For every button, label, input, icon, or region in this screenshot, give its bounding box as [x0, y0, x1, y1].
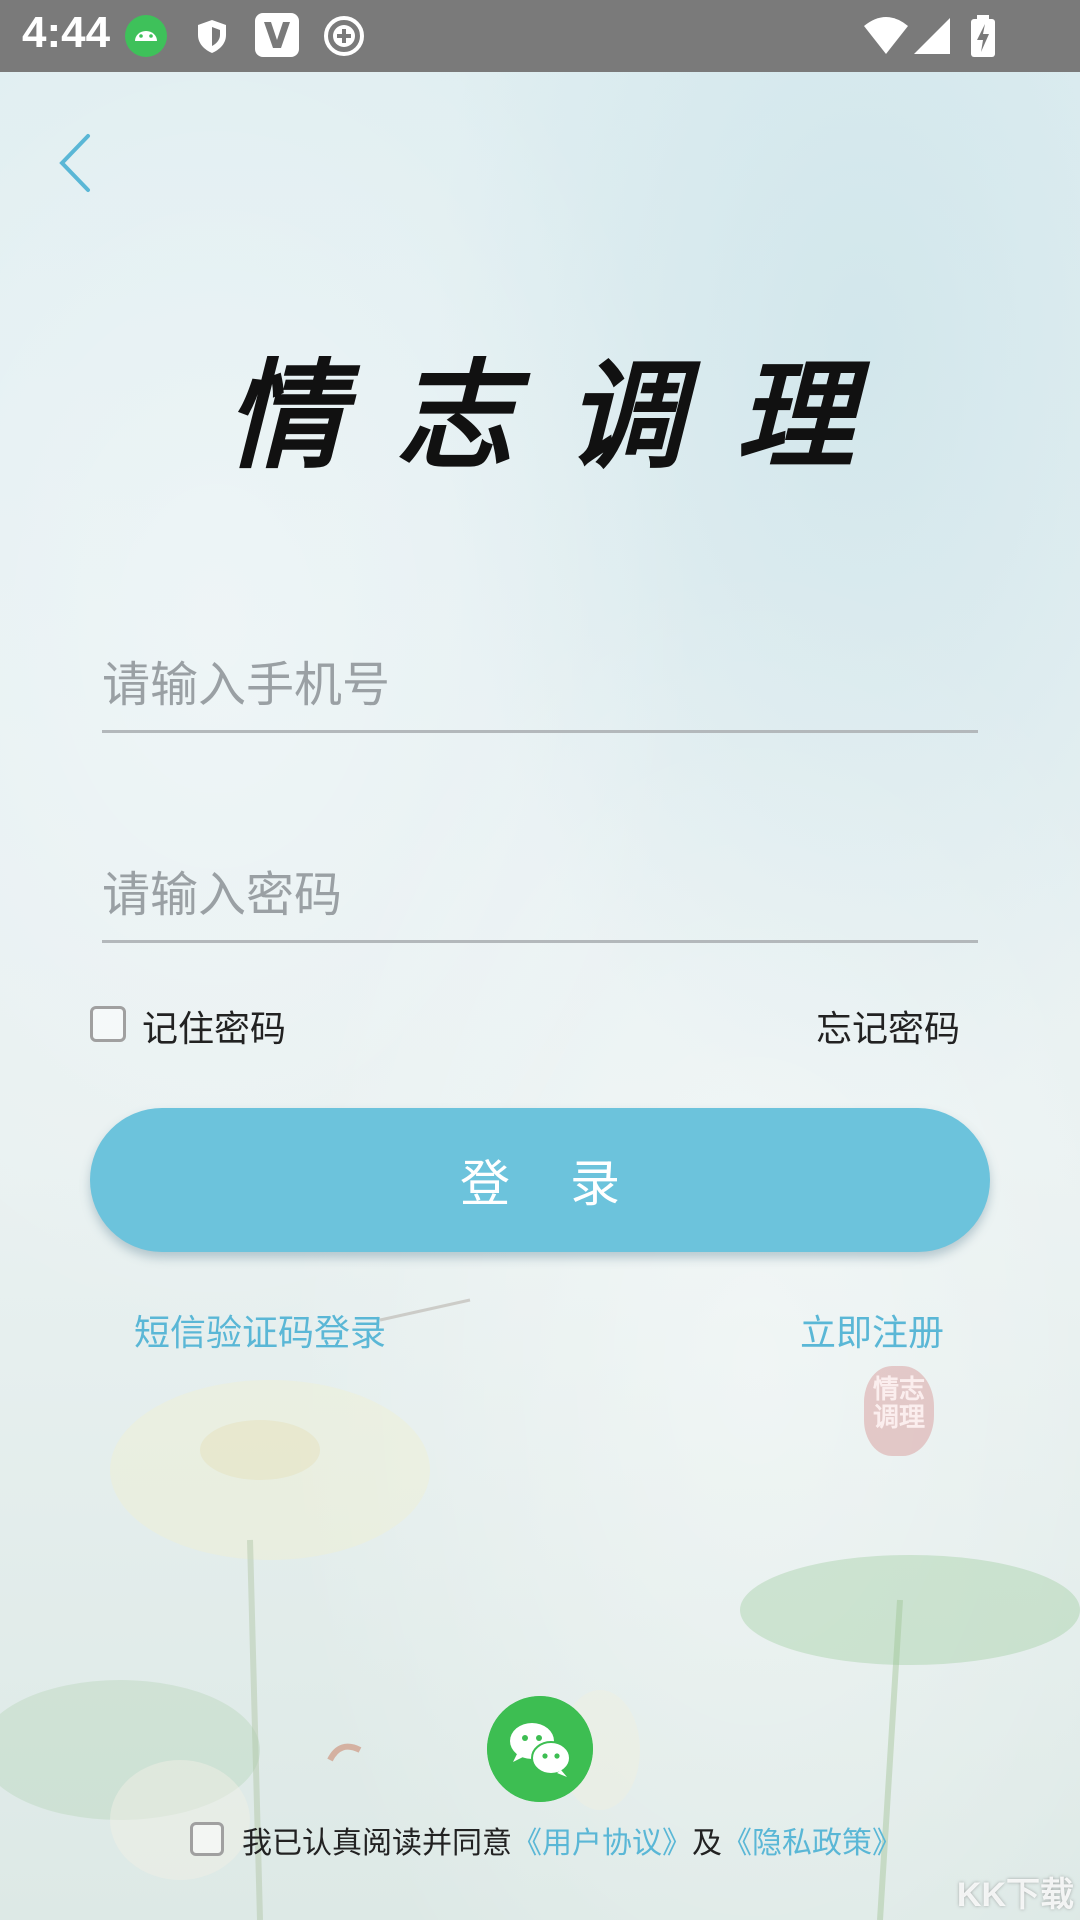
forgot-password-link[interactable]: 忘记密码 — [816, 1000, 960, 1052]
login-button[interactable]: 登录 — [90, 1108, 990, 1252]
chevron-left-icon — [59, 134, 90, 192]
watermark: KK下载 — [956, 1876, 1074, 1914]
v-app-icon — [255, 13, 299, 57]
agreement-prefix: 我已认真阅读并同意 — [242, 1826, 512, 1861]
wifi-icon — [864, 17, 908, 54]
privacy-policy-link[interactable]: 《隐私政策》 — [722, 1826, 902, 1861]
android-icon — [125, 15, 167, 57]
agreement-checkbox[interactable] — [190, 1822, 224, 1856]
remember-password-checkbox[interactable] — [90, 1006, 126, 1042]
sms-login-link[interactable]: 短信验证码登录 — [134, 1304, 386, 1356]
status-time: 4:44 — [22, 8, 111, 57]
status-bar: 4:44 — [0, 0, 1080, 72]
shield-icon — [198, 20, 226, 53]
agreement-and: 及 — [692, 1826, 722, 1861]
password-field-wrapper — [102, 850, 978, 943]
phone-field-wrapper — [102, 640, 978, 733]
remember-row: 记住密码 忘记密码 — [90, 1000, 960, 1050]
register-link[interactable]: 立即注册 — [800, 1304, 944, 1356]
add-circle-icon — [324, 16, 364, 56]
phone-input[interactable] — [102, 640, 978, 730]
signal-icon — [914, 18, 950, 54]
login-screen: 4:44 情志调理 请输入手机号 记住密码 忘记密码 登录 短信验证码登录 立即… — [0, 0, 1080, 1920]
user-agreement-link[interactable]: 《用户协议》 — [512, 1826, 692, 1861]
wechat-login-button[interactable] — [487, 1696, 593, 1802]
app-title: 情志调理 — [225, 346, 906, 485]
agreement-text: 我已认真阅读并同意《用户协议》及《隐私政策》 — [242, 1818, 902, 1862]
back-button[interactable] — [50, 128, 110, 198]
seal-stamp: 情志 调理 — [864, 1366, 934, 1456]
agreement-row: 我已认真阅读并同意《用户协议》及《隐私政策》 — [190, 1818, 930, 1864]
remember-password-label[interactable]: 记住密码 — [142, 1000, 286, 1052]
battery-charging-icon — [971, 15, 995, 57]
password-input[interactable] — [102, 850, 978, 940]
seal-text: 情志 调理 — [872, 1375, 925, 1433]
